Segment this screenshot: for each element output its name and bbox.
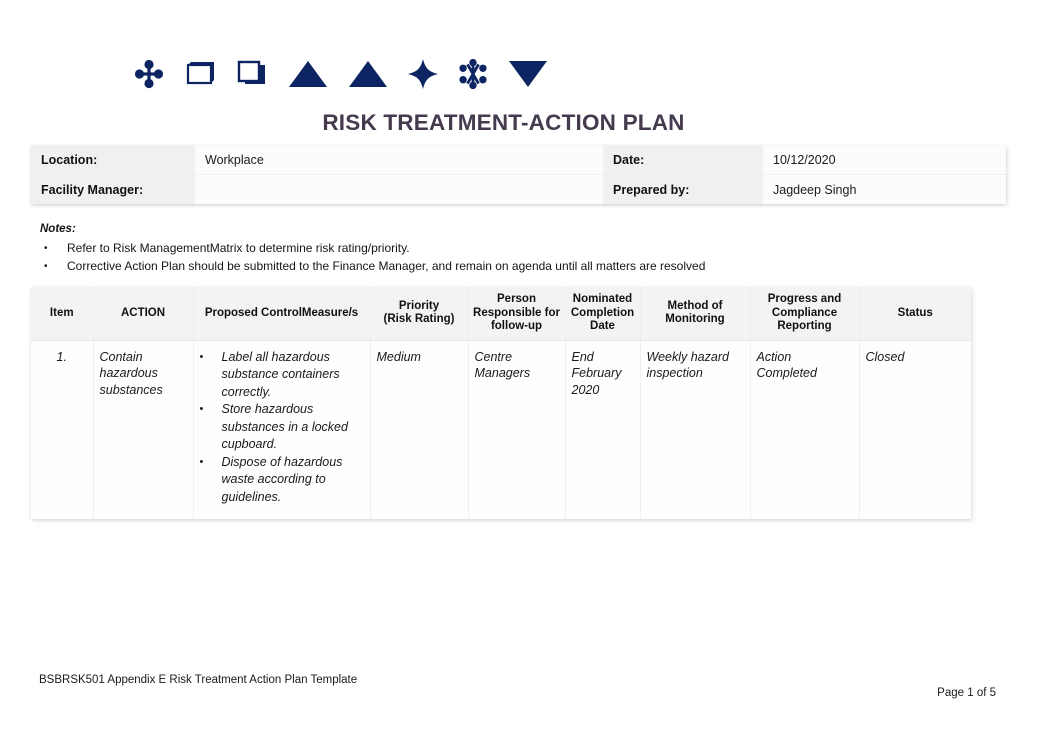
table-row: 1. Contain hazardous substances • Label … [31,340,971,519]
list-item: • Corrective Action Plan should be submi… [40,258,1000,275]
triangle-down-icon [509,61,547,87]
bullet-icon: • [44,261,48,272]
list-item: • Store hazardous substances in a locked… [200,401,364,454]
column-header-status: Status [859,287,971,341]
footer-document-reference: BSBRSK501 Appendix E Risk Treatment Acti… [39,674,358,686]
location-label: Location: [31,145,195,175]
bullet-icon: • [199,350,204,363]
bullet-icon: • [44,243,48,254]
notes-section: Notes: • Refer to Risk ManagementMatrix … [40,221,1000,275]
table-header-row: Item ACTION Proposed ControlMeasure/s Pr… [31,287,971,341]
header-label-line3: follow-up [490,320,543,332]
bullet-icon: • [199,455,204,468]
notes-heading: Notes: [40,223,76,235]
control-measures-list: • Label all hazardous substance containe… [200,349,364,507]
list-item: • Refer to Risk ManagementMatrix to dete… [40,240,1000,257]
facility-manager-value[interactable] [195,174,603,204]
cube-outline-icon [186,62,214,85]
measure-text: Store hazardous substances in a locked c… [221,402,348,451]
cell-action[interactable]: Contain hazardous substances [93,340,194,519]
list-item: • Label all hazardous substance containe… [200,349,364,402]
header-label-line2: (Risk Rating) [383,313,455,326]
header-label: Item [49,306,74,319]
header-label-line1: Person [497,293,536,305]
header-label: Status [897,306,933,319]
column-header-progress-compliance: Progress and Compliance Reporting [750,287,860,341]
header-label-line1: Progress and [767,293,842,305]
header-label-line1: Method of [667,299,723,312]
measure-text: Dispose of hazardous waste according to … [221,454,343,504]
header-label-line1: Priority [398,299,440,312]
page-title: RISK TREATMENT-ACTION PLAN [322,110,685,135]
column-header-priority: Priority (Risk Rating) [370,287,469,341]
header-label-line2: Completion [570,306,635,319]
cell-item: 1. [31,340,94,519]
column-header-action: ACTION [93,287,194,341]
cell-nominated-date[interactable]: End February 2020 [565,340,641,519]
four-point-star-icon [408,59,438,89]
header-label: ACTION [120,306,166,319]
stacked-squares-icon [237,60,265,84]
column-header-control-measures: Proposed ControlMeasure/s [193,287,371,341]
document-info-table: Location: Workplace Date: 10/12/2020 Fac… [31,145,1006,204]
cell-method-of-monitoring[interactable]: Weekly hazard inspection [640,340,751,519]
bullet-icon: • [199,403,204,415]
date-label: Date: [603,145,763,175]
document-page: RISK TREATMENT-ACTION PLAN Location: Wor… [0,0,1062,751]
header-label-line1: Nominated [572,293,633,305]
header-label: Proposed ControlMeasure/s [204,306,359,319]
four-petal-cross-icon [134,59,164,89]
asterisk-dots-icon [459,58,487,90]
table-row: Location: Workplace Date: 10/12/2020 [31,145,1006,175]
column-header-person-responsible: Person Responsible for follow-up [468,287,566,341]
triangle-up-icon [349,61,387,87]
triangle-up-icon [289,61,327,87]
header-label-line2: Compliance [771,306,838,319]
risk-treatment-action-plan-table: Item ACTION Proposed ControlMeasure/s Pr… [31,287,971,519]
table-row: Facility Manager: Prepared by: Jagdeep S… [31,174,1006,204]
header-label-line3: Reporting [777,320,832,332]
list-item: • Dispose of hazardous waste according t… [200,454,364,507]
cell-progress-reporting[interactable]: Action Completed [750,340,860,519]
cell-status[interactable]: Closed [859,340,971,519]
cell-control-measures[interactable]: • Label all hazardous substance containe… [193,340,371,519]
date-value[interactable]: 10/12/2020 [763,145,1006,175]
facility-manager-label: Facility Manager: [31,174,195,204]
prepared-by-label: Prepared by: [603,174,763,204]
column-header-nominated-completion-date: Nominated Completion Date [565,287,641,341]
header-label-line2: Responsible for [473,306,560,319]
location-value[interactable]: Workplace [195,145,603,175]
column-header-method-of-monitoring: Method of Monitoring [640,287,751,341]
header-label-line2: Monitoring [665,313,725,326]
cell-priority[interactable]: Medium [370,340,469,519]
column-header-item: Item [31,287,94,341]
prepared-by-value[interactable]: Jagdeep Singh [763,174,1006,204]
note-text: Refer to Risk ManagementMatrix to determ… [67,241,410,255]
decorative-logo-row [133,56,549,92]
note-text: Corrective Action Plan should be submitt… [67,259,706,273]
measure-text: Label all hazardous substance containers… [221,349,340,399]
cell-person-responsible[interactable]: Centre Managers [468,340,566,519]
footer-page-number: Page 1 of 5 [937,687,996,699]
header-label-line3: Date [590,320,615,332]
